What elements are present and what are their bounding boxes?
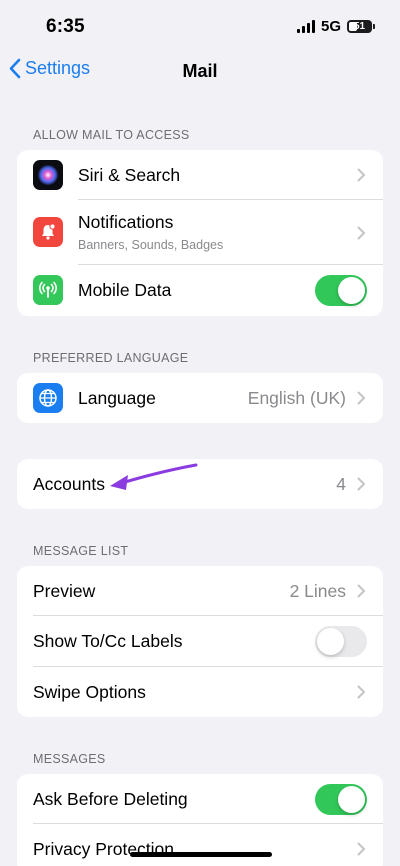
allow-access-group: Siri & Search Notifications Banners, Sou… — [17, 150, 383, 316]
chevron-right-icon — [357, 685, 365, 699]
battery-icon: 51 — [347, 20, 375, 33]
preview-row[interactable]: Preview 2 Lines — [17, 566, 383, 616]
mobile-data-label: Mobile Data — [78, 280, 172, 300]
page-title: Mail — [182, 61, 218, 81]
chevron-right-icon — [357, 391, 365, 405]
privacy-protection-row[interactable]: Privacy Protection — [17, 824, 383, 866]
language-row[interactable]: Language English (UK) — [17, 373, 383, 423]
message-list-group: Preview 2 Lines Show To/Cc Labels Swipe … — [17, 566, 383, 717]
chevron-right-icon — [357, 584, 365, 598]
section-header-allow-access: ALLOW MAIL TO ACCESS — [33, 128, 190, 142]
siri-search-label: Siri & Search — [78, 165, 181, 185]
show-tocc-label: Show To/Cc Labels — [33, 631, 183, 651]
chevron-right-icon — [357, 477, 365, 491]
antenna-icon — [33, 275, 63, 305]
navigation-bar: Settings Mail — [0, 52, 400, 92]
annotation-arrow-icon — [110, 463, 198, 490]
notifications-label: Notifications — [78, 212, 174, 232]
accounts-label: Accounts — [33, 474, 105, 494]
language-value: English (UK) — [247, 388, 346, 408]
ask-before-deleting-row: Ask Before Deleting — [17, 774, 383, 824]
ask-before-deleting-label: Ask Before Deleting — [33, 789, 188, 809]
chevron-right-icon — [357, 226, 365, 240]
accounts-count: 4 — [336, 474, 346, 494]
show-tocc-toggle[interactable] — [315, 626, 367, 657]
mobile-data-toggle[interactable] — [315, 275, 367, 306]
mobile-data-row: Mobile Data — [17, 265, 383, 316]
preview-label: Preview — [33, 581, 96, 601]
language-label: Language — [78, 388, 156, 408]
notifications-bell-icon — [33, 217, 63, 247]
swipe-options-label: Swipe Options — [33, 682, 146, 702]
status-bar: 6:35 5G 51 — [0, 0, 400, 52]
accounts-row[interactable]: Accounts 4 — [17, 459, 383, 509]
globe-icon — [33, 383, 63, 413]
swipe-options-row[interactable]: Swipe Options — [17, 667, 383, 717]
cellular-signal-icon — [296, 20, 315, 33]
status-time: 6:35 — [46, 16, 85, 37]
notifications-row[interactable]: Notifications Banners, Sounds, Badges — [17, 200, 383, 265]
chevron-right-icon — [357, 842, 365, 856]
siri-search-row[interactable]: Siri & Search — [17, 150, 383, 200]
network-type: 5G — [320, 18, 341, 35]
ask-before-deleting-toggle[interactable] — [315, 784, 367, 815]
section-header-preferred-language: PREFERRED LANGUAGE — [33, 351, 189, 365]
section-header-messages: MESSAGES — [33, 752, 106, 766]
notifications-sublabel: Banners, Sounds, Badges — [78, 238, 224, 252]
section-header-message-list: MESSAGE LIST — [33, 544, 129, 558]
accounts-group: Accounts 4 — [17, 459, 383, 509]
show-tocc-row: Show To/Cc Labels — [17, 616, 383, 667]
battery-level: 51 — [353, 21, 366, 32]
chevron-right-icon — [357, 168, 365, 182]
preferred-language-group: Language English (UK) — [17, 373, 383, 423]
home-indicator[interactable] — [130, 852, 272, 857]
preview-value: 2 Lines — [289, 581, 346, 601]
siri-icon — [33, 160, 63, 190]
status-indicators: 5G 51 — [296, 18, 375, 35]
